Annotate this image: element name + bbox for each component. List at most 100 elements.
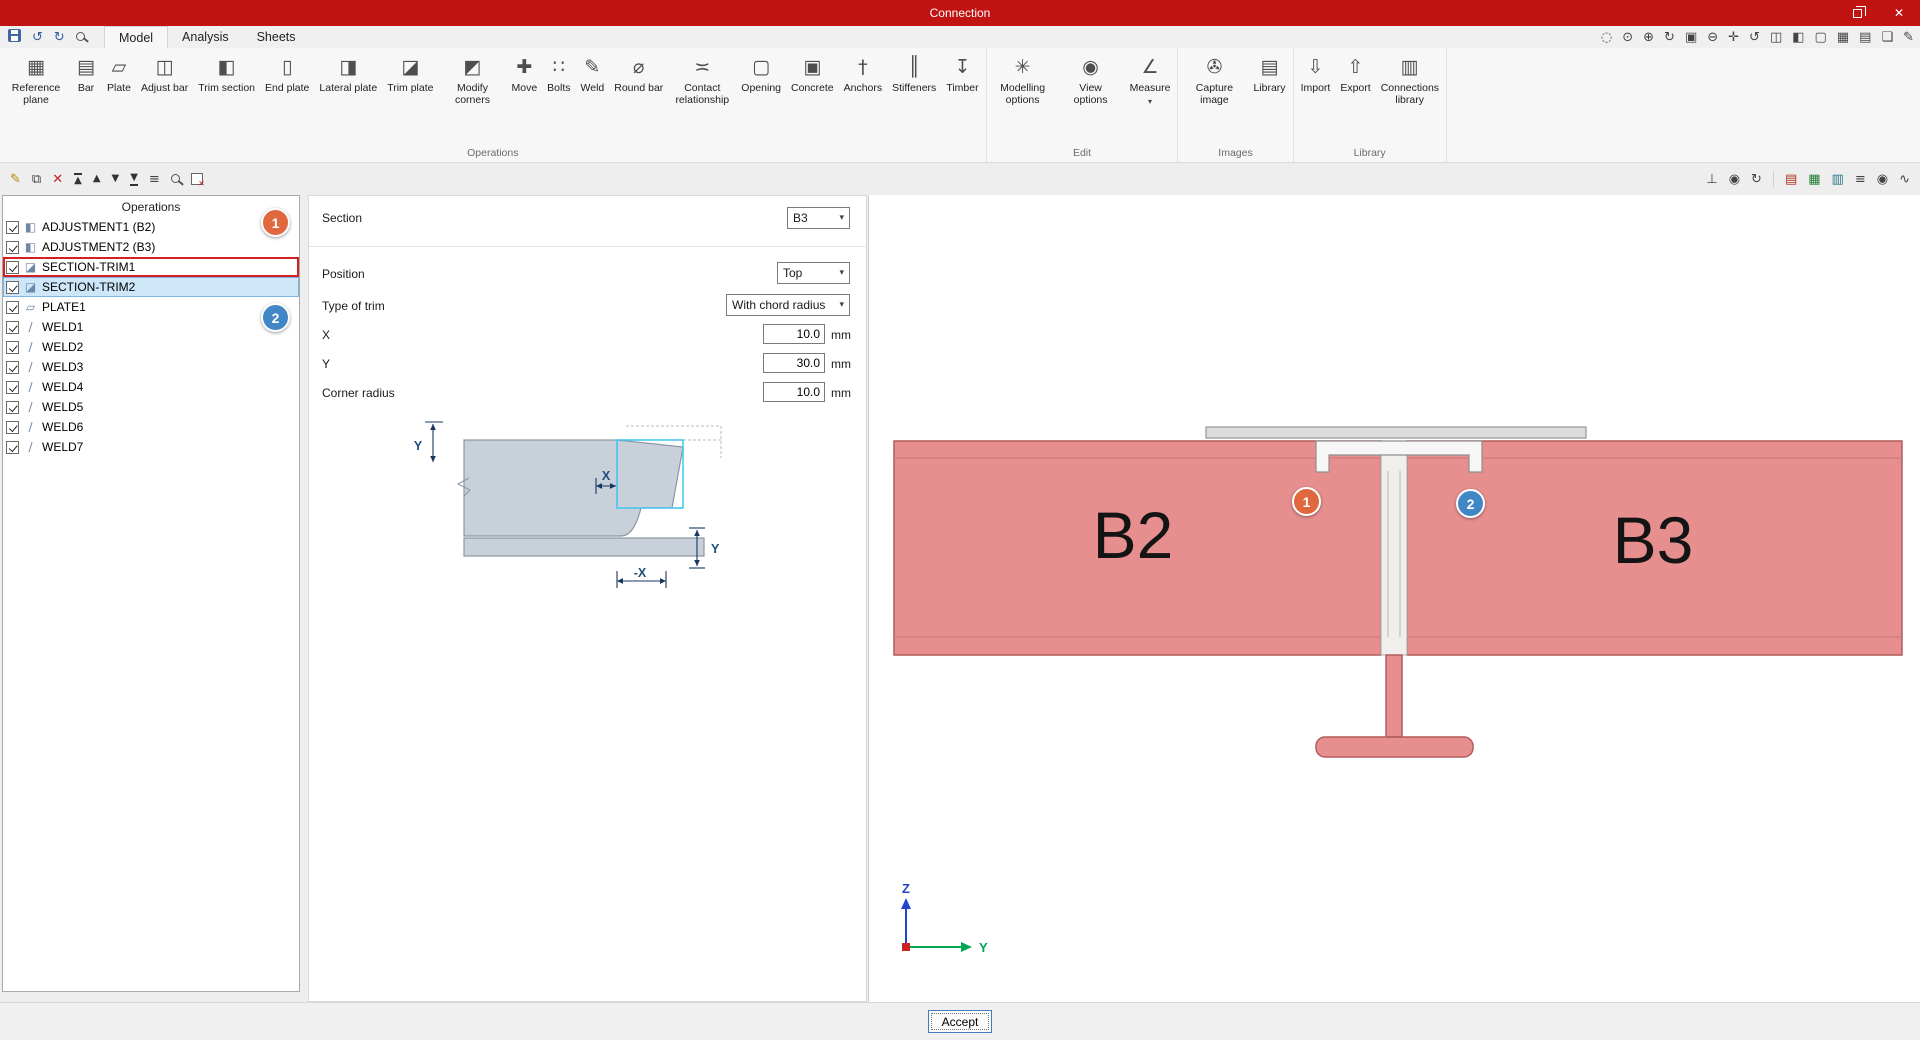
ribbon-weld[interactable]: ✎ Weld (576, 48, 610, 94)
zoom-in-icon[interactable]: ⊕ (1643, 31, 1654, 44)
annotate-icon[interactable]: ✎ (1903, 31, 1914, 44)
ribbon-contact-relationship[interactable]: ≍ Contact relationship (668, 48, 736, 106)
tab-analysis[interactable]: Analysis (168, 26, 243, 48)
zoom-out-icon[interactable]: ⊖ (1707, 31, 1718, 44)
tree-item-weld6[interactable]: ∕ WELD6 (3, 417, 299, 437)
connector-icon[interactable]: ∿ (1899, 173, 1910, 186)
comment-icon[interactable]: ❏ (1881, 31, 1893, 44)
visibility-icon[interactable]: ◉ (1729, 173, 1740, 186)
ribbon-library[interactable]: ▤ Library (1248, 48, 1290, 94)
ribbon-opening[interactable]: ▢ Opening (736, 48, 786, 94)
zoom-previous-icon[interactable]: ◌ (1601, 31, 1612, 44)
edit-operation-icon[interactable]: ✎ (10, 173, 21, 186)
report-icon[interactable]: ▤ (1785, 173, 1797, 186)
orbit-view-icon[interactable]: ↻ (1751, 173, 1762, 186)
checkbox[interactable] (6, 320, 19, 334)
monitor-icon[interactable]: ▢ (1815, 31, 1827, 44)
ribbon-trim-section[interactable]: ◧ Trim section (193, 48, 260, 94)
checkbox[interactable] (6, 280, 19, 294)
move-last-icon[interactable]: ▼ (130, 172, 138, 186)
ribbon-end-plate[interactable]: ▯ End plate (260, 48, 314, 94)
checkbox[interactable] (6, 380, 19, 394)
tree-item-section-trim2[interactable]: ◪ SECTION-TRIM2 (3, 277, 299, 297)
restore-button[interactable] (1836, 0, 1878, 26)
tree-item-plate1[interactable]: ▱ PLATE1 (3, 297, 299, 317)
checkbox[interactable] (6, 240, 19, 254)
redo-button[interactable]: ↻ (54, 31, 65, 44)
save-button[interactable] (8, 29, 21, 45)
checkbox[interactable] (6, 420, 19, 434)
preview-icon[interactable]: ◉ (1877, 173, 1888, 186)
ribbon-anchors[interactable]: † Anchors (839, 48, 888, 94)
ribbon-round-bar[interactable]: ⌀ Round bar (609, 48, 668, 94)
ribbon-move[interactable]: ✚ Move (506, 48, 542, 94)
ribbon-plate[interactable]: ▱ Plate (102, 48, 136, 94)
ribbon-view-options[interactable]: ◉ View options (1057, 48, 1125, 106)
clipboard-icon[interactable]: ▤ (1859, 31, 1871, 44)
corner-radius-input[interactable] (763, 382, 825, 402)
tree-item-weld4[interactable]: ∕ WELD4 (3, 377, 299, 397)
copy-operation-icon[interactable]: ⧉ (32, 173, 41, 186)
checkbox[interactable] (6, 300, 19, 314)
ribbon-capture-image[interactable]: ✇ Capture image (1180, 48, 1248, 106)
pan-icon[interactable]: ✛ (1728, 31, 1739, 44)
ribbon-reference-plane[interactable]: ▦ Reference plane (2, 48, 70, 106)
accept-button[interactable]: Accept (927, 1010, 993, 1033)
checkbox[interactable] (6, 340, 19, 354)
diagram-icon[interactable]: ▦ (1837, 31, 1849, 44)
view-cube-icon[interactable]: ◫ (1770, 31, 1782, 44)
x-input[interactable] (763, 324, 825, 344)
type-of-trim-select[interactable]: With chord radius ▾ (726, 294, 850, 316)
tab-sheets[interactable]: Sheets (243, 26, 310, 48)
tree-item-weld2[interactable]: ∕ WELD2 (3, 337, 299, 357)
axes-icon[interactable]: ⊥ (1706, 173, 1717, 186)
ribbon-bar[interactable]: ▤ Bar (70, 48, 102, 94)
checkbox[interactable] (6, 440, 19, 454)
tree-item-weld7[interactable]: ∕ WELD7 (3, 437, 299, 457)
ribbon-stiffeners[interactable]: ║ Stiffeners (887, 48, 941, 94)
refresh-icon[interactable]: ↻ (1664, 31, 1675, 44)
tree-item-weld3[interactable]: ∕ WELD3 (3, 357, 299, 377)
find-operation-icon[interactable] (170, 172, 180, 186)
sheet-icon[interactable]: ▦ (1808, 173, 1820, 186)
orbit-icon[interactable]: ↺ (1749, 31, 1760, 44)
ribbon-modify-corners[interactable]: ◩ Modify corners (438, 48, 506, 106)
ribbon-connections-library[interactable]: ▥ Connections library (1376, 48, 1444, 106)
checkbox[interactable] (6, 400, 19, 414)
tab-model[interactable]: Model (104, 26, 169, 48)
ribbon-modelling-options[interactable]: ✳ Modelling options (989, 48, 1057, 106)
ribbon-adjust-bar[interactable]: ◫ Adjust bar (136, 48, 193, 94)
zoom-window-icon[interactable]: ▣ (1685, 31, 1697, 44)
move-up-icon[interactable]: ▲ (93, 174, 101, 184)
delete-operation-icon[interactable]: ✕ (52, 173, 63, 186)
ribbon-trim-plate[interactable]: ◪ Trim plate (382, 48, 438, 94)
move-down-icon[interactable]: ▼ (112, 174, 120, 184)
ribbon-timber[interactable]: ↧ Timber (941, 48, 983, 94)
checkbox[interactable] (6, 260, 19, 274)
tree-item-weld5[interactable]: ∕ WELD5 (3, 397, 299, 417)
tree-item-adjustment2[interactable]: ◧ ADJUSTMENT2 (B3) (3, 237, 299, 257)
tree-item-adjustment1[interactable]: ◧ ADJUSTMENT1 (B2) (3, 217, 299, 237)
checkbox[interactable] (6, 220, 19, 234)
section-select[interactable]: B3 ▾ (787, 207, 850, 229)
table-icon[interactable]: ▥ (1832, 173, 1844, 186)
ribbon-export[interactable]: ⇧ Export (1335, 48, 1375, 94)
tree-item-weld1[interactable]: ∕ WELD1 (3, 317, 299, 337)
ribbon-import[interactable]: ⇩ Import (1296, 48, 1336, 94)
close-button[interactable]: ✕ (1878, 0, 1920, 26)
tree-structure-icon[interactable]: ≡ (149, 173, 160, 186)
ribbon-lateral-plate[interactable]: ◨ Lateral plate (314, 48, 382, 94)
checkbox[interactable] (6, 360, 19, 374)
position-select[interactable]: Top ▾ (777, 262, 850, 284)
split-view-icon[interactable]: ◧ (1792, 31, 1804, 44)
clear-operations-icon[interactable] (190, 173, 205, 188)
tree-item-section-trim1[interactable]: ◪ SECTION-TRIM1 (3, 257, 299, 277)
viewport-3d[interactable]: B2 B3 Z Y 1 2 (868, 195, 1920, 1002)
zoom-extents-icon[interactable]: ⊙ (1622, 31, 1633, 44)
y-input[interactable] (763, 353, 825, 373)
layers-icon[interactable]: ≡ (1855, 173, 1866, 186)
ribbon-bolts[interactable]: ∷ Bolts (542, 48, 575, 94)
measure-dropdown-icon[interactable]: ▾ (1148, 97, 1152, 106)
ribbon-concrete[interactable]: ▣ Concrete (786, 48, 839, 94)
ribbon-measure[interactable]: ∠ Measure ▾ (1125, 48, 1176, 106)
